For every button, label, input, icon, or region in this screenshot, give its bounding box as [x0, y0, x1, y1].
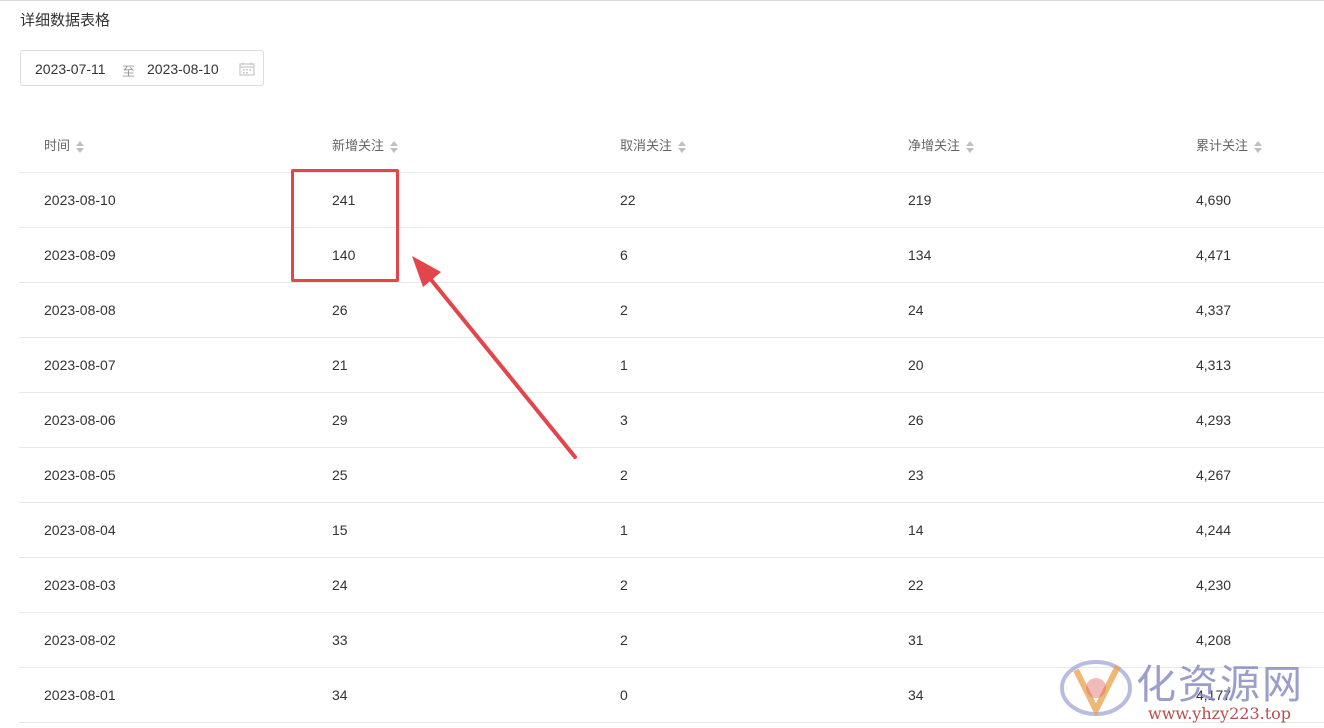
- cell-total-follows: 4,244: [1171, 502, 1324, 558]
- column-label: 取消关注: [620, 138, 673, 154]
- cell-date: 2023-08-08: [19, 282, 307, 338]
- cell-new-follows: 34: [307, 667, 595, 723]
- cell-date: 2023-08-09: [19, 227, 307, 283]
- table-row: 2023-08-04 15 1 14 4,244: [19, 502, 1324, 558]
- table-row: 2023-08-08 26 2 24 4,337: [19, 282, 1324, 338]
- cell-unfollows: 6: [595, 227, 883, 283]
- table-row: 2023-08-09 140 6 134 4,471: [19, 227, 1324, 283]
- cell-new-follows: 29: [307, 392, 595, 448]
- cell-date: 2023-08-05: [19, 447, 307, 503]
- cell-date: 2023-08-01: [19, 667, 307, 723]
- table-row: 2023-08-05 25 2 23 4,267: [19, 447, 1324, 503]
- cell-net-follows: 24: [883, 282, 1171, 338]
- cell-new-follows: 21: [307, 337, 595, 393]
- cell-date: 2023-08-10: [19, 172, 307, 228]
- cell-unfollows: 2: [595, 447, 883, 503]
- column-label: 累计关注: [1196, 138, 1249, 154]
- table-header-row: 时间 新增关注 取消关注 净增关注 累计关注: [19, 118, 1324, 173]
- table-row: 2023-08-03 24 2 22 4,230: [19, 557, 1324, 613]
- cell-new-follows: 25: [307, 447, 595, 503]
- cell-net-follows: 26: [883, 392, 1171, 448]
- cell-total-follows: 4,471: [1171, 227, 1324, 283]
- cell-total-follows: 4,267: [1171, 447, 1324, 503]
- sort-icon[interactable]: [1253, 140, 1263, 154]
- cell-net-follows: 14: [883, 502, 1171, 558]
- cell-unfollows: 0: [595, 667, 883, 723]
- column-label: 新增关注: [332, 138, 385, 154]
- cell-net-follows: 134: [883, 227, 1171, 283]
- sort-icon[interactable]: [677, 140, 687, 154]
- detail-data-table: 时间 新增关注 取消关注 净增关注 累计关注 2023-08-10 241 22…: [19, 118, 1324, 723]
- cell-net-follows: 22: [883, 557, 1171, 613]
- table-row: 2023-08-07 21 1 20 4,313: [19, 337, 1324, 393]
- watermark-url: www.yhzy223.top: [1148, 704, 1292, 723]
- column-header-net-follows[interactable]: 净增关注: [883, 118, 1171, 173]
- cell-net-follows: 219: [883, 172, 1171, 228]
- date-separator: 至: [122, 64, 136, 79]
- calendar-icon[interactable]: [239, 62, 255, 76]
- cell-unfollows: 2: [595, 612, 883, 668]
- column-header-unfollows[interactable]: 取消关注: [595, 118, 883, 173]
- cell-unfollows: 1: [595, 502, 883, 558]
- sort-icon[interactable]: [965, 140, 975, 154]
- cell-net-follows: 20: [883, 337, 1171, 393]
- cell-total-follows: 4,690: [1171, 172, 1324, 228]
- table-row: 2023-08-06 29 3 26 4,293: [19, 392, 1324, 448]
- column-header-time[interactable]: 时间: [19, 118, 307, 173]
- watermark-text: 化资源网: [1136, 662, 1304, 708]
- page-title: 详细数据表格: [20, 12, 111, 29]
- top-divider: [0, 0, 1324, 1]
- cell-date: 2023-08-06: [19, 392, 307, 448]
- watermark-logo-icon: [1060, 660, 1132, 717]
- column-label: 净增关注: [908, 138, 961, 154]
- cell-net-follows: 23: [883, 447, 1171, 503]
- cell-total-follows: 4,230: [1171, 557, 1324, 613]
- cell-unfollows: 2: [595, 557, 883, 613]
- watermark: 化资源网 www.yhzy223.top: [1056, 650, 1316, 726]
- cell-unfollows: 22: [595, 172, 883, 228]
- cell-date: 2023-08-03: [19, 557, 307, 613]
- cell-unfollows: 2: [595, 282, 883, 338]
- sort-icon[interactable]: [389, 140, 399, 154]
- column-label: 时间: [44, 138, 71, 154]
- cell-new-follows: 24: [307, 557, 595, 613]
- start-date[interactable]: 2023-07-11: [35, 61, 106, 77]
- cell-date: 2023-08-04: [19, 502, 307, 558]
- highlight-annotation-box: [291, 169, 399, 282]
- table-row: 2023-08-10 241 22 219 4,690: [19, 172, 1324, 228]
- date-range-picker[interactable]: 2023-07-11 至 2023-08-10: [20, 50, 264, 86]
- cell-total-follows: 4,337: [1171, 282, 1324, 338]
- cell-total-follows: 4,293: [1171, 392, 1324, 448]
- cell-total-follows: 4,313: [1171, 337, 1324, 393]
- sort-icon[interactable]: [75, 140, 85, 154]
- cell-unfollows: 3: [595, 392, 883, 448]
- cell-new-follows: 33: [307, 612, 595, 668]
- cell-unfollows: 1: [595, 337, 883, 393]
- cell-new-follows: 15: [307, 502, 595, 558]
- cell-date: 2023-08-07: [19, 337, 307, 393]
- end-date[interactable]: 2023-08-10: [147, 61, 219, 77]
- cell-new-follows: 26: [307, 282, 595, 338]
- column-header-total-follows[interactable]: 累计关注: [1171, 118, 1324, 173]
- cell-date: 2023-08-02: [19, 612, 307, 668]
- column-header-new-follows[interactable]: 新增关注: [307, 118, 595, 173]
